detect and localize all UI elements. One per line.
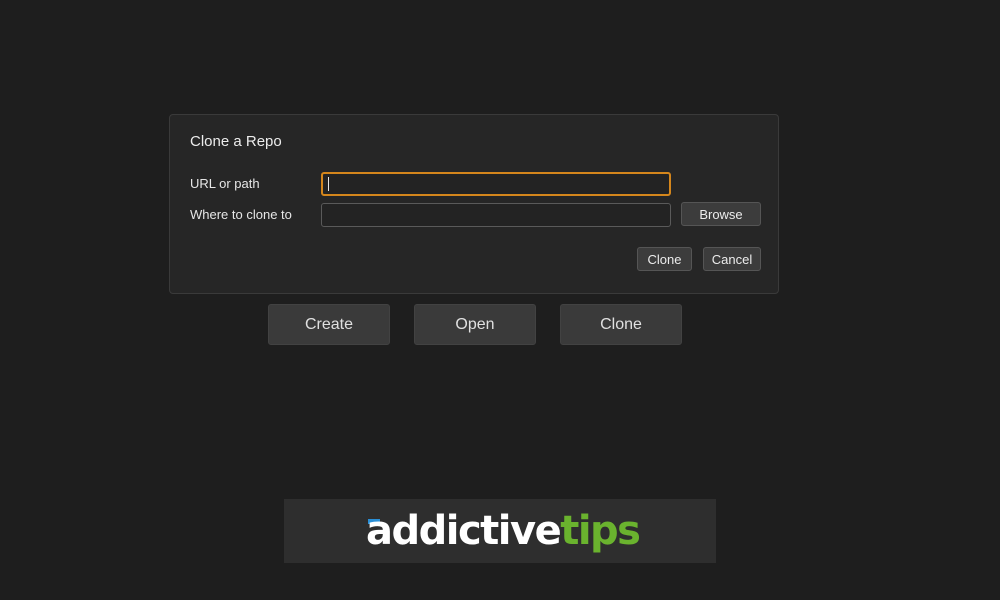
create-button[interactable]: Create xyxy=(268,304,390,345)
destination-label: Where to clone to xyxy=(190,207,292,222)
clone-button[interactable]: Clone xyxy=(560,304,682,345)
text-caret xyxy=(328,177,329,191)
url-label: URL or path xyxy=(190,176,260,191)
watermark-banner: addictivetips xyxy=(284,499,716,563)
logo-text-primary: addictive xyxy=(366,508,562,554)
app-window: Clone a Repo URL or path Where to clone … xyxy=(0,0,1000,600)
browse-button[interactable]: Browse xyxy=(681,202,761,226)
open-button[interactable]: Open xyxy=(414,304,536,345)
url-input[interactable] xyxy=(321,172,671,196)
logo-text-accent: tips xyxy=(560,508,641,554)
destination-input[interactable] xyxy=(321,203,671,227)
addictivetips-logo: addictivetips xyxy=(366,507,641,555)
dialog-title: Clone a Repo xyxy=(190,133,282,150)
clone-repo-dialog: Clone a Repo URL or path Where to clone … xyxy=(169,114,779,294)
dialog-clone-button[interactable]: Clone xyxy=(637,247,692,271)
cancel-button[interactable]: Cancel xyxy=(703,247,761,271)
